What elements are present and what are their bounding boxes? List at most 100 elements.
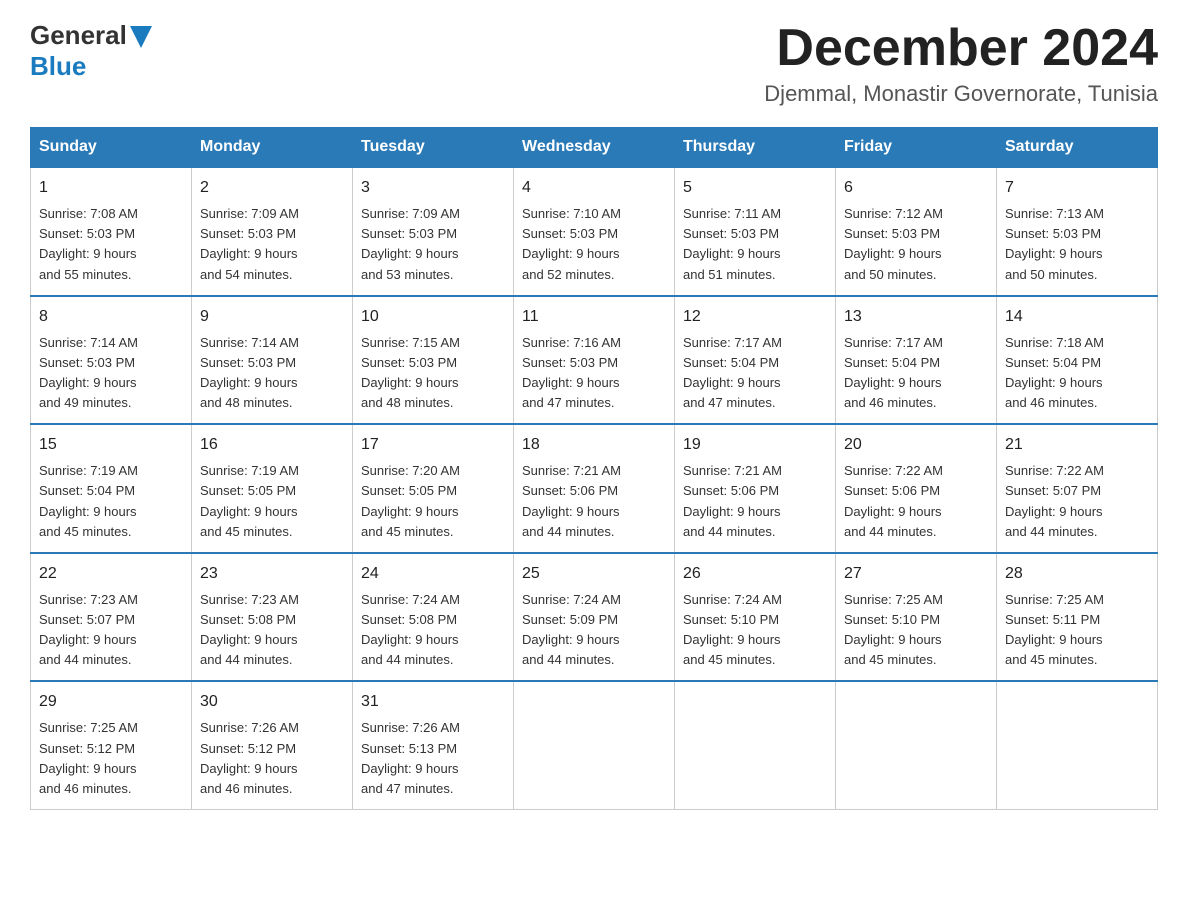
day-number: 19 [683,433,827,457]
day-number: 8 [39,305,183,329]
day-info: Sunrise: 7:08 AM Sunset: 5:03 PM Dayligh… [39,204,183,285]
day-number: 28 [1005,562,1149,586]
day-cell: 29 Sunrise: 7:25 AM Sunset: 5:12 PM Dayl… [31,681,192,809]
day-cell: 4 Sunrise: 7:10 AM Sunset: 5:03 PM Dayli… [514,167,675,296]
day-info: Sunrise: 7:12 AM Sunset: 5:03 PM Dayligh… [844,204,988,285]
day-number: 18 [522,433,666,457]
logo-blue-text: Blue [30,51,86,81]
day-info: Sunrise: 7:11 AM Sunset: 5:03 PM Dayligh… [683,204,827,285]
day-cell: 15 Sunrise: 7:19 AM Sunset: 5:04 PM Dayl… [31,424,192,553]
day-number: 27 [844,562,988,586]
week-row-1: 1 Sunrise: 7:08 AM Sunset: 5:03 PM Dayli… [31,167,1158,296]
day-cell: 10 Sunrise: 7:15 AM Sunset: 5:03 PM Dayl… [353,296,514,425]
day-cell: 12 Sunrise: 7:17 AM Sunset: 5:04 PM Dayl… [675,296,836,425]
day-number: 21 [1005,433,1149,457]
day-cell: 11 Sunrise: 7:16 AM Sunset: 5:03 PM Dayl… [514,296,675,425]
week-row-5: 29 Sunrise: 7:25 AM Sunset: 5:12 PM Dayl… [31,681,1158,809]
day-cell: 31 Sunrise: 7:26 AM Sunset: 5:13 PM Dayl… [353,681,514,809]
page-header: General Blue December 2024 Djemmal, Mona… [30,20,1158,107]
day-cell: 28 Sunrise: 7:25 AM Sunset: 5:11 PM Dayl… [997,553,1158,682]
day-info: Sunrise: 7:21 AM Sunset: 5:06 PM Dayligh… [683,461,827,542]
day-info: Sunrise: 7:20 AM Sunset: 5:05 PM Dayligh… [361,461,505,542]
day-info: Sunrise: 7:18 AM Sunset: 5:04 PM Dayligh… [1005,333,1149,414]
day-cell [514,681,675,809]
week-row-4: 22 Sunrise: 7:23 AM Sunset: 5:07 PM Dayl… [31,553,1158,682]
day-number: 17 [361,433,505,457]
day-number: 23 [200,562,344,586]
day-number: 12 [683,305,827,329]
day-number: 11 [522,305,666,329]
day-cell: 9 Sunrise: 7:14 AM Sunset: 5:03 PM Dayli… [192,296,353,425]
day-cell: 2 Sunrise: 7:09 AM Sunset: 5:03 PM Dayli… [192,167,353,296]
week-row-3: 15 Sunrise: 7:19 AM Sunset: 5:04 PM Dayl… [31,424,1158,553]
day-number: 24 [361,562,505,586]
day-cell: 26 Sunrise: 7:24 AM Sunset: 5:10 PM Dayl… [675,553,836,682]
day-number: 4 [522,176,666,200]
header-cell-saturday: Saturday [997,128,1158,168]
day-number: 13 [844,305,988,329]
day-number: 6 [844,176,988,200]
day-number: 1 [39,176,183,200]
day-number: 15 [39,433,183,457]
day-cell: 14 Sunrise: 7:18 AM Sunset: 5:04 PM Dayl… [997,296,1158,425]
day-info: Sunrise: 7:24 AM Sunset: 5:09 PM Dayligh… [522,590,666,671]
month-year-title: December 2024 [764,20,1158,77]
day-cell: 30 Sunrise: 7:26 AM Sunset: 5:12 PM Dayl… [192,681,353,809]
day-number: 5 [683,176,827,200]
day-info: Sunrise: 7:09 AM Sunset: 5:03 PM Dayligh… [361,204,505,285]
day-info: Sunrise: 7:25 AM Sunset: 5:12 PM Dayligh… [39,718,183,799]
day-cell [675,681,836,809]
day-info: Sunrise: 7:14 AM Sunset: 5:03 PM Dayligh… [39,333,183,414]
day-info: Sunrise: 7:25 AM Sunset: 5:10 PM Dayligh… [844,590,988,671]
day-cell: 20 Sunrise: 7:22 AM Sunset: 5:06 PM Dayl… [836,424,997,553]
day-cell [836,681,997,809]
day-info: Sunrise: 7:22 AM Sunset: 5:06 PM Dayligh… [844,461,988,542]
day-cell: 16 Sunrise: 7:19 AM Sunset: 5:05 PM Dayl… [192,424,353,553]
title-area: December 2024 Djemmal, Monastir Governor… [764,20,1158,107]
day-info: Sunrise: 7:23 AM Sunset: 5:07 PM Dayligh… [39,590,183,671]
day-number: 3 [361,176,505,200]
day-cell: 7 Sunrise: 7:13 AM Sunset: 5:03 PM Dayli… [997,167,1158,296]
day-number: 20 [844,433,988,457]
day-number: 9 [200,305,344,329]
week-row-2: 8 Sunrise: 7:14 AM Sunset: 5:03 PM Dayli… [31,296,1158,425]
day-info: Sunrise: 7:26 AM Sunset: 5:12 PM Dayligh… [200,718,344,799]
day-cell: 6 Sunrise: 7:12 AM Sunset: 5:03 PM Dayli… [836,167,997,296]
day-info: Sunrise: 7:09 AM Sunset: 5:03 PM Dayligh… [200,204,344,285]
day-info: Sunrise: 7:19 AM Sunset: 5:05 PM Dayligh… [200,461,344,542]
header-cell-friday: Friday [836,128,997,168]
day-info: Sunrise: 7:21 AM Sunset: 5:06 PM Dayligh… [522,461,666,542]
day-number: 10 [361,305,505,329]
header-cell-sunday: Sunday [31,128,192,168]
day-cell: 24 Sunrise: 7:24 AM Sunset: 5:08 PM Dayl… [353,553,514,682]
logo-triangle-icon [130,26,152,48]
calendar-header: SundayMondayTuesdayWednesdayThursdayFrid… [31,128,1158,168]
header-cell-wednesday: Wednesday [514,128,675,168]
logo-general-text: General [30,20,127,51]
day-number: 26 [683,562,827,586]
day-cell: 3 Sunrise: 7:09 AM Sunset: 5:03 PM Dayli… [353,167,514,296]
day-info: Sunrise: 7:17 AM Sunset: 5:04 PM Dayligh… [844,333,988,414]
day-info: Sunrise: 7:26 AM Sunset: 5:13 PM Dayligh… [361,718,505,799]
calendar-body: 1 Sunrise: 7:08 AM Sunset: 5:03 PM Dayli… [31,167,1158,809]
day-number: 29 [39,690,183,714]
day-cell: 13 Sunrise: 7:17 AM Sunset: 5:04 PM Dayl… [836,296,997,425]
day-number: 14 [1005,305,1149,329]
day-cell: 1 Sunrise: 7:08 AM Sunset: 5:03 PM Dayli… [31,167,192,296]
day-info: Sunrise: 7:10 AM Sunset: 5:03 PM Dayligh… [522,204,666,285]
logo: General Blue [30,20,152,82]
header-cell-monday: Monday [192,128,353,168]
day-info: Sunrise: 7:24 AM Sunset: 5:08 PM Dayligh… [361,590,505,671]
day-cell: 21 Sunrise: 7:22 AM Sunset: 5:07 PM Dayl… [997,424,1158,553]
header-cell-thursday: Thursday [675,128,836,168]
day-info: Sunrise: 7:14 AM Sunset: 5:03 PM Dayligh… [200,333,344,414]
day-info: Sunrise: 7:17 AM Sunset: 5:04 PM Dayligh… [683,333,827,414]
day-number: 22 [39,562,183,586]
day-cell: 5 Sunrise: 7:11 AM Sunset: 5:03 PM Dayli… [675,167,836,296]
location-subtitle: Djemmal, Monastir Governorate, Tunisia [764,81,1158,107]
day-number: 7 [1005,176,1149,200]
day-cell: 22 Sunrise: 7:23 AM Sunset: 5:07 PM Dayl… [31,553,192,682]
day-info: Sunrise: 7:23 AM Sunset: 5:08 PM Dayligh… [200,590,344,671]
day-info: Sunrise: 7:25 AM Sunset: 5:11 PM Dayligh… [1005,590,1149,671]
day-cell: 25 Sunrise: 7:24 AM Sunset: 5:09 PM Dayl… [514,553,675,682]
